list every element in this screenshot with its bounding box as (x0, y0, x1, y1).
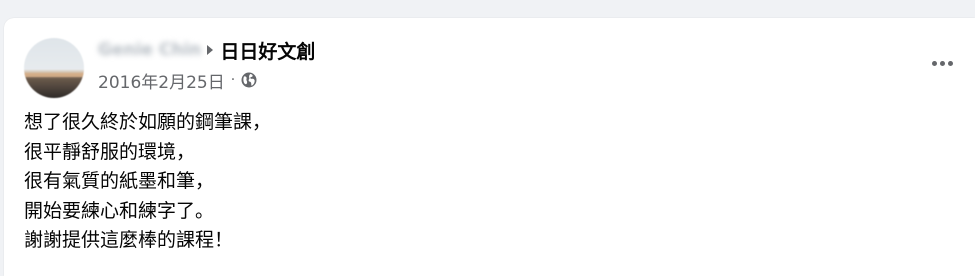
more-dot (947, 60, 953, 66)
post-card: Genie Chin 日日好文創 2016年2月25日 · 想了很久終於如願的鋼… (4, 18, 975, 276)
post-line: 很有氣質的紙墨和筆， (24, 170, 215, 192)
post-header: Genie Chin 日日好文創 (98, 37, 315, 64)
post-date[interactable]: 2016年2月25日 (98, 68, 225, 93)
post-line: 謝謝提供這麼棒的課程！ (24, 229, 234, 251)
more-dot (931, 60, 937, 66)
meta-separator: · (230, 72, 236, 88)
more-dot (939, 60, 945, 66)
post-meta: 2016年2月25日 · (98, 68, 257, 93)
post-line: 想了很久終於如願的鋼筆課， (24, 111, 272, 133)
more-options-button[interactable] (927, 48, 957, 78)
avatar-photo (24, 73, 84, 77)
post-line: 開始要練心和練字了。 (24, 199, 215, 222)
post-line: 很平靜舒服的環境， (24, 140, 196, 163)
avatar[interactable] (24, 38, 84, 98)
globe-icon[interactable] (241, 72, 257, 88)
caret-right-icon (207, 45, 214, 55)
author-name[interactable]: Genie Chin (98, 40, 201, 60)
group-name[interactable]: 日日好文創 (220, 37, 315, 64)
post-body: 想了很久終於如願的鋼筆課， 很平靜舒服的環境， 很有氣質的紙墨和筆， 開始要練心… (24, 108, 271, 256)
